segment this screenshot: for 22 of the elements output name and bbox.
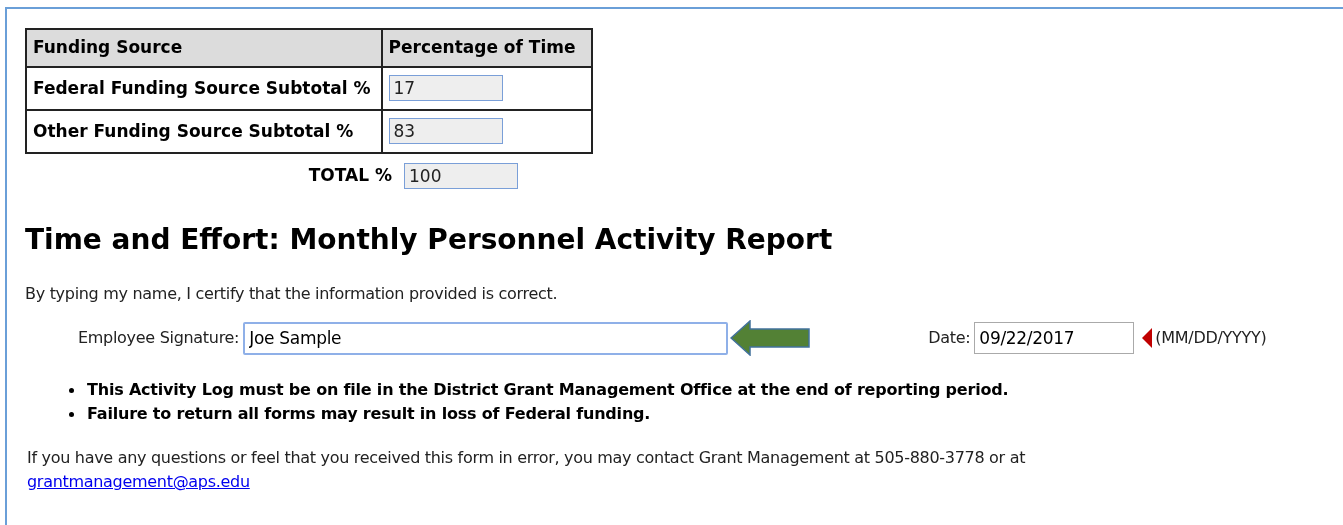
date-field[interactable]: 09/22/2017 (974, 322, 1135, 354)
signature-label: Employee Signature: (78, 327, 240, 349)
contact-text: If you have any questions or feel that you received this form in error, you may contact Grant Management at 505-880-3778 or at (27, 447, 1027, 469)
date-format-hint: (MM/DD/YYYY) (1155, 327, 1267, 349)
column-header: Percentage of Time (381, 29, 592, 67)
note-text: Failure to return all forms may result in loss of Federal funding. (87, 403, 651, 425)
table-cell: Federal Funding Source Subtotal % (26, 67, 382, 110)
date-label: Date: (928, 327, 971, 349)
table-cell: Other Funding Source Subtotal % (26, 110, 382, 153)
required-icon (1142, 328, 1153, 348)
arrow-icon (730, 320, 811, 356)
note-text: This Activity Log must be on file in the District Grant Management Office at the end of reporting period. (87, 379, 1009, 401)
certify-text: By typing my name, I certify that the information provided is correct. (25, 283, 559, 305)
percentage-field[interactable]: 17 (388, 75, 503, 102)
email-link[interactable]: grantmanagement@aps.edu (27, 472, 250, 491)
column-header: Funding Source (26, 29, 382, 67)
total-field[interactable]: 100 (404, 163, 518, 189)
bullet-icon (69, 411, 74, 417)
percentage-field[interactable]: 83 (388, 118, 503, 145)
total-label: TOTAL % (307, 164, 393, 188)
report-title: Time and Effort: Monthly Personnel Activity Report (25, 226, 834, 254)
bullet-icon (69, 387, 74, 393)
